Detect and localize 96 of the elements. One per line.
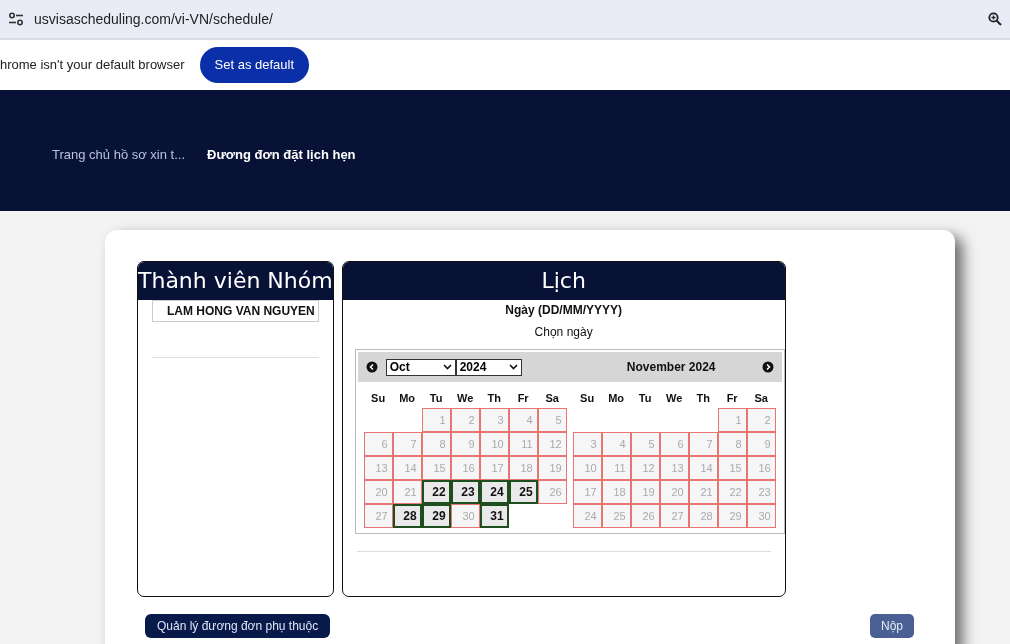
day-cell: 19 [537, 456, 567, 480]
previous-icon[interactable] [365, 361, 378, 373]
day-cell: 9 [746, 432, 776, 456]
weekday-label: Sa [544, 390, 560, 406]
day-cell: 1 [421, 408, 451, 432]
day-cell: 3 [572, 432, 602, 456]
day-cell: 15 [717, 456, 747, 480]
weekday-label: We [665, 390, 684, 406]
month-title: November 2024 [626, 359, 716, 376]
day-cell: 2 [746, 408, 776, 432]
day-cell: 20 [659, 480, 689, 504]
year-value: 2024 [459, 359, 487, 376]
weekday-label: Sa [753, 390, 769, 406]
day-cell: 7 [688, 432, 718, 456]
weekday-label: Tu [428, 390, 444, 406]
day-cell: 22 [717, 480, 747, 504]
day-cell: 28 [688, 504, 718, 528]
weekday-label: Tu [637, 390, 653, 406]
day-cell: 3 [479, 408, 509, 432]
day-cell: 5 [630, 432, 660, 456]
day-cell[interactable]: 23 [450, 480, 480, 504]
day-cell: 14 [392, 456, 422, 480]
day-cell: 27 [659, 504, 689, 528]
footer-button[interactable]: Quản lý đương đơn phụ thuộc [145, 614, 331, 638]
weekday-label: Su [370, 390, 387, 406]
chevron-icon [508, 364, 518, 370]
day-cell: 2 [450, 408, 480, 432]
day-cell: 21 [392, 480, 422, 504]
footer-button[interactable]: Nộp [870, 614, 914, 638]
day-cell: 10 [572, 456, 602, 480]
day-cell: 6 [363, 432, 393, 456]
month-select[interactable]: Oct [385, 358, 456, 376]
day-cell: 18 [508, 456, 538, 480]
panel-title: Lịch [342, 262, 785, 300]
day-cell: 9 [450, 432, 480, 456]
set-default-button[interactable]: Set as default [199, 47, 310, 83]
day-cell: 8 [421, 432, 451, 456]
site-settings-icon[interactable] [8, 12, 24, 26]
panel-title: Thành viên Nhóm [138, 262, 333, 300]
date-label: Ngày (DD/MM/YYYY) [504, 302, 623, 319]
zoom-icon[interactable] [988, 12, 1002, 26]
breadcrumb-link[interactable]: Trang chủ hồ sơ xin t... [52, 145, 186, 165]
chevron-icon [442, 364, 452, 370]
hint-text: Chọn ngày [533, 324, 594, 341]
weekday-label: Fr [725, 390, 739, 406]
day-cell: 12 [537, 432, 567, 456]
month-value: Oct [389, 359, 410, 376]
weekday-label: Th [695, 390, 711, 406]
day-cell: 24 [572, 504, 602, 528]
day-cell: 10 [479, 432, 509, 456]
day-cell: 1 [717, 408, 747, 432]
year-select[interactable]: 2024 [455, 358, 522, 376]
day-cell: 5 [537, 408, 567, 432]
day-cell: 29 [717, 504, 747, 528]
day-cell: 17 [572, 480, 602, 504]
day-cell: 14 [688, 456, 718, 480]
day-cell: 26 [630, 504, 660, 528]
weekday-label: Th [486, 390, 502, 406]
day-cell: 4 [601, 432, 631, 456]
weekday-label: Su [579, 390, 596, 406]
weekday-label: Fr [516, 390, 530, 406]
weekday-label: Mo [607, 390, 626, 406]
day-cell: 6 [659, 432, 689, 456]
day-cell: 11 [601, 456, 631, 480]
day-cell: 15 [421, 456, 451, 480]
day-cell: 27 [363, 504, 393, 528]
day-cell: 16 [746, 456, 776, 480]
day-cell: 21 [688, 480, 718, 504]
weekday-label: We [456, 390, 475, 406]
day-cell[interactable]: 31 [479, 504, 509, 528]
day-cell: 26 [537, 480, 567, 504]
day-cell: 17 [479, 456, 509, 480]
day-cell[interactable]: 22 [421, 480, 451, 504]
day-cell: 13 [659, 456, 689, 480]
day-cell: 25 [601, 504, 631, 528]
day-cell[interactable]: 29 [421, 504, 451, 528]
day-cell: 18 [601, 480, 631, 504]
day-cell: 20 [363, 480, 393, 504]
day-cell: 23 [746, 480, 776, 504]
member-row[interactable]: LAM HONG VAN NGUYEN [152, 300, 319, 322]
day-cell: 12 [630, 456, 660, 480]
day-cell: 16 [450, 456, 480, 480]
day-cell[interactable]: 24 [479, 480, 509, 504]
day-cell: 30 [746, 504, 776, 528]
day-cell: 13 [363, 456, 393, 480]
day-cell: 19 [630, 480, 660, 504]
infobar-message: hrome isn't your default browser [0, 56, 185, 75]
day-cell: 11 [508, 432, 538, 456]
weekday-label: Mo [398, 390, 417, 406]
day-cell: 7 [392, 432, 422, 456]
day-cell: 8 [717, 432, 747, 456]
day-cell: 4 [508, 408, 538, 432]
day-cell[interactable]: 25 [508, 480, 538, 504]
day-cell: 30 [450, 504, 480, 528]
next-icon[interactable] [761, 361, 774, 373]
day-cell[interactable]: 28 [392, 504, 422, 528]
